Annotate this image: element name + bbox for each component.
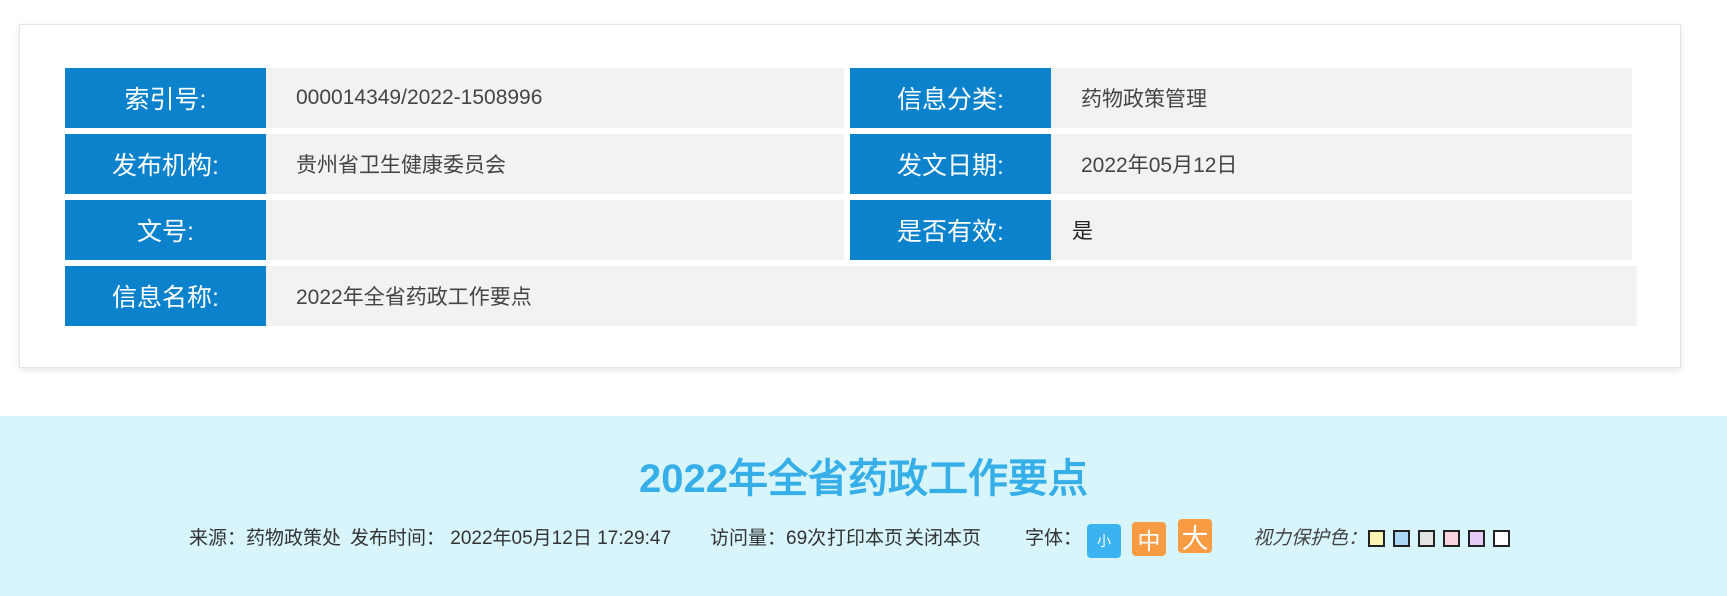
close-page-link[interactable]: 关闭本页 — [905, 522, 981, 556]
article-header: 2022年全省药政工作要点 来源：药物政策处 发布时间： 2022年05月12日… — [0, 416, 1727, 596]
doc-number-value — [266, 200, 844, 260]
font-size-label: 字体： — [1025, 528, 1083, 549]
validity-value: 是 — [1051, 200, 1632, 260]
date-label: 发文日期: — [850, 134, 1051, 194]
publisher-value: 贵州省卫生健康委员会 — [266, 134, 844, 194]
eye-color-yellow-swatch[interactable] — [1368, 530, 1385, 547]
metadata-table: 索引号: 000014349/2022-1508996 信息分类: 药物政策管理… — [65, 68, 1637, 326]
view-count: 访问量：69次 — [710, 528, 827, 549]
info-name-value: 2022年全省药政工作要点 — [266, 266, 1637, 326]
eye-color-purple-swatch[interactable] — [1468, 530, 1485, 547]
index-label: 索引号: — [65, 68, 266, 128]
article-meta-bar: 来源：药物政策处 发布时间： 2022年05月12日 17:29:47 访问量：… — [0, 519, 1727, 558]
eye-color-pink-swatch[interactable] — [1443, 530, 1460, 547]
table-row: 发布机构: 贵州省卫生健康委员会 发文日期: 2022年05月12日 — [65, 134, 1637, 194]
font-small-button[interactable]: 小 — [1087, 524, 1121, 558]
font-medium-button[interactable]: 中 — [1132, 522, 1166, 556]
category-label: 信息分类: — [850, 68, 1051, 128]
source-text: 来源：药物政策处 — [189, 528, 342, 549]
eye-color-gray-swatch[interactable] — [1418, 530, 1435, 547]
index-value: 000014349/2022-1508996 — [266, 68, 844, 128]
info-card: 索引号: 000014349/2022-1508996 信息分类: 药物政策管理… — [19, 24, 1681, 368]
publish-time: 发布时间： 2022年05月12日 17:29:47 — [350, 528, 672, 549]
publisher-label: 发布机构: — [65, 134, 266, 194]
eye-protection-label: 视力保护色： — [1253, 528, 1368, 549]
eye-color-blue-swatch[interactable] — [1393, 530, 1410, 547]
table-row: 索引号: 000014349/2022-1508996 信息分类: 药物政策管理 — [65, 68, 1637, 128]
info-name-label: 信息名称: — [65, 266, 266, 326]
eye-color-white-swatch[interactable] — [1493, 530, 1510, 547]
validity-label: 是否有效: — [850, 200, 1051, 260]
category-value: 药物政策管理 — [1051, 68, 1632, 128]
font-large-button[interactable]: 大 — [1178, 519, 1212, 554]
doc-number-label: 文号: — [65, 200, 266, 260]
table-row: 信息名称: 2022年全省药政工作要点 — [65, 266, 1637, 326]
print-page-link[interactable]: 打印本页 — [827, 522, 903, 556]
article-title: 2022年全省药政工作要点 — [639, 457, 1088, 501]
date-value: 2022年05月12日 — [1051, 134, 1632, 194]
table-row: 文号: 是否有效: 是 — [65, 200, 1637, 260]
